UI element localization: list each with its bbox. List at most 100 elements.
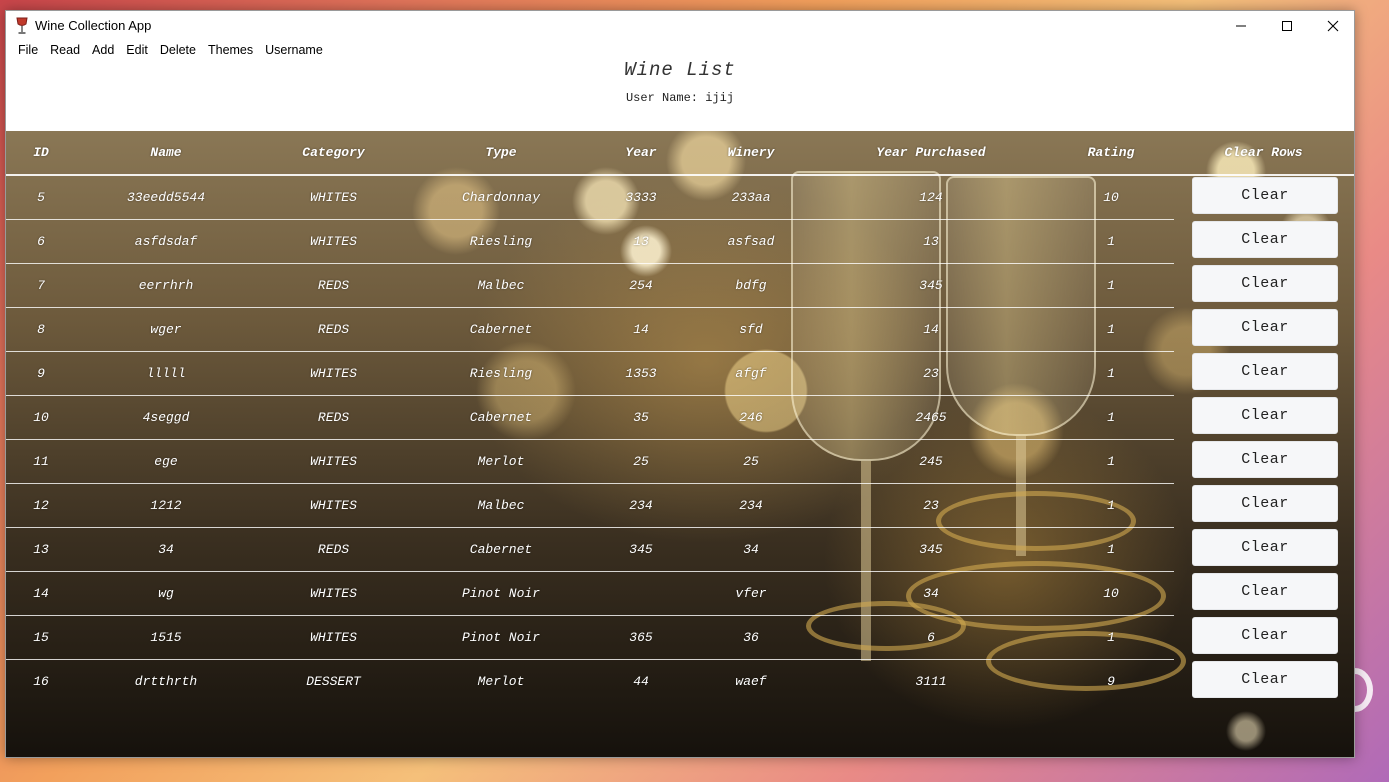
user-name-label: User Name: ijij [625,91,735,105]
minimize-button[interactable] [1218,11,1264,41]
clear-row-button[interactable]: Clear [1192,441,1338,478]
cell-rating: 1 [1107,454,1115,469]
cell-rating: 1 [1107,630,1115,645]
cell-type: Riesling [469,234,533,249]
cell-name: lllll [146,366,186,381]
cell-rating: 1 [1107,542,1115,557]
cell-rating: 10 [1103,190,1119,205]
table-row: 9 lllll WHITES Riesling 1353 afgf 23 1 Clear [6,352,1354,396]
menu-themes[interactable]: Themes [202,41,259,61]
clear-row-button[interactable]: Clear [1192,661,1338,698]
cell-year-purchased: 124 [919,190,943,205]
column-header-category: Category [302,145,365,160]
cell-category: REDS [317,410,350,425]
menu-username[interactable]: Username [259,41,329,61]
cell-rating: 1 [1107,322,1115,337]
cell-rating: 1 [1107,234,1115,249]
cell-name: eerrhrh [138,278,194,293]
cell-id: 8 [37,322,45,337]
table-row: 7 eerrhrh REDS Malbec 254 bdfg 345 1 Clear [6,264,1354,308]
cell-category: WHITES [310,586,357,601]
cell-name: 1515 [150,630,182,645]
table-header: ID Name Category Type Year Winery Year P… [6,131,1354,176]
cell-name: wg [158,586,174,601]
table-row: 16 drtthrth DESSERT Merlot 44 waef 3111 9 Clear [6,660,1354,704]
cell-type: Cabernet [469,410,533,425]
cell-id: 12 [33,498,49,513]
menu-bar: File Read Add Edit Delete Themes Usernam… [6,41,329,61]
cell-year: 254 [629,278,653,293]
maximize-button[interactable] [1264,11,1310,41]
title-bar: Wine Collection App [6,11,1354,41]
cell-winery: asfsad [727,234,775,249]
cell-category: WHITES [310,234,357,249]
cell-id: 10 [33,410,49,425]
cell-year-purchased: 245 [919,454,943,469]
cell-year: 1353 [625,366,657,381]
cell-year: 14 [633,322,649,337]
cell-category: REDS [317,278,350,293]
page-title: Wine List [624,59,736,81]
menu-edit[interactable]: Edit [120,41,154,61]
cell-year: 44 [633,674,649,689]
column-header-clear-rows: Clear Rows [1224,145,1303,160]
cell-id: 7 [37,278,45,293]
cell-rating: 9 [1107,674,1115,689]
clear-row-button[interactable]: Clear [1192,265,1338,302]
clear-row-button[interactable]: Clear [1192,353,1338,390]
cell-id: 6 [37,234,45,249]
cell-year-purchased: 6 [927,630,935,645]
cell-winery: 34 [743,542,759,557]
table-row: 8 wger REDS Cabernet 14 sfd 14 1 Clear [6,308,1354,352]
cell-category: WHITES [310,190,357,205]
clear-row-button[interactable]: Clear [1192,177,1338,214]
table-row: 11 ege WHITES Merlot 25 25 245 1 Clear [6,440,1354,484]
cell-year-purchased: 14 [923,322,939,337]
menu-read[interactable]: Read [44,41,86,61]
menu-delete[interactable]: Delete [154,41,202,61]
cell-type: Chardonnay [461,190,540,205]
cell-id: 16 [33,674,49,689]
menu-file[interactable]: File [12,41,44,61]
cell-id: 5 [37,190,45,205]
clear-row-button[interactable]: Clear [1192,397,1338,434]
menu-add[interactable]: Add [86,41,120,61]
wine-glass-icon [16,17,28,34]
cell-winery: 234 [739,498,763,513]
table-row: 14 wg WHITES Pinot Noir vfer 34 10 Clear [6,572,1354,616]
cell-year-purchased: 3111 [915,674,947,689]
column-header-rating: Rating [1087,145,1135,160]
cell-rating: 1 [1107,278,1115,293]
cell-type: Cabernet [469,542,533,557]
cell-rating: 10 [1103,586,1119,601]
cell-year-purchased: 345 [919,542,943,557]
column-header-year: Year [625,145,657,160]
cell-rating: 1 [1107,366,1115,381]
cell-category: DESSERT [306,674,361,689]
cell-winery: 246 [739,410,763,425]
cell-category: WHITES [310,454,357,469]
cell-winery: 25 [743,454,759,469]
cell-type: Cabernet [469,322,533,337]
clear-row-button[interactable]: Clear [1192,221,1338,258]
cell-name: 33eedd5544 [126,190,205,205]
clear-row-button[interactable]: Clear [1192,529,1338,566]
column-header-id: ID [33,145,49,160]
maximize-icon [1282,21,1292,31]
cell-rating: 1 [1107,410,1115,425]
clear-row-button[interactable]: Clear [1192,573,1338,610]
cell-year: 35 [633,410,649,425]
close-button[interactable] [1310,11,1354,41]
table-row: 10 4seggd REDS Cabernet 35 246 2465 1 Clear [6,396,1354,440]
cell-id: 11 [33,454,49,469]
clear-row-button[interactable]: Clear [1192,485,1338,522]
cell-type: Pinot Noir [461,586,540,601]
clear-row-button[interactable]: Clear [1192,309,1338,346]
cell-winery: sfd [739,322,763,337]
cell-rating: 1 [1107,498,1115,513]
clear-row-button[interactable]: Clear [1192,617,1338,654]
table-row: 5 33eedd5544 WHITES Chardonnay 3333 233aa 124 1… [6,176,1354,220]
cell-type: Pinot Noir [461,630,540,645]
table-row: 13 34 REDS Cabernet 345 34 345 1 Clear [6,528,1354,572]
table-row: 12 1212 WHITES Malbec 234 234 23 1 Clear [6,484,1354,528]
